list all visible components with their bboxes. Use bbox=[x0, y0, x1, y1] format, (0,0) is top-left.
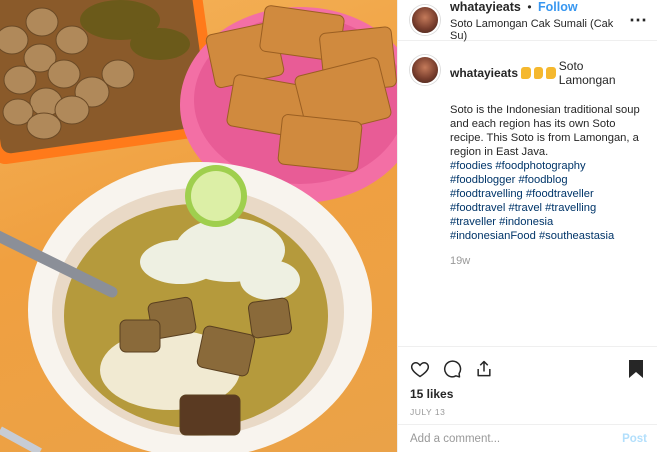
hashtag[interactable]: #southeastasia bbox=[539, 230, 614, 242]
separator-dot: • bbox=[527, 0, 532, 14]
header-username[interactable]: whatayieats bbox=[450, 0, 521, 14]
post-photo[interactable] bbox=[0, 0, 397, 452]
hashtag[interactable]: #travel bbox=[508, 202, 542, 214]
hashtag[interactable]: #foodtravelling bbox=[450, 188, 523, 200]
caption: whatayieats Soto Lamongan Soto is the In… bbox=[398, 41, 657, 267]
post-header: whatayieats • Follow Soto Lamongan Cak S… bbox=[398, 0, 657, 42]
hashtag[interactable]: #foodtravel bbox=[450, 202, 505, 214]
hashtag[interactable]: #indonesianFood bbox=[450, 230, 536, 242]
caption-title: Soto Lamongan bbox=[558, 59, 616, 87]
caption-avatar[interactable] bbox=[410, 55, 440, 85]
caption-username[interactable]: whatayieats bbox=[450, 66, 518, 80]
avatar[interactable] bbox=[410, 5, 440, 35]
share-icon[interactable] bbox=[474, 359, 494, 379]
location-link[interactable]: Soto Lamongan Cak Sumali (Cak Su) bbox=[450, 18, 629, 42]
hashtag[interactable]: #foodblogger bbox=[450, 174, 515, 186]
hashtag[interactable]: #foodblog bbox=[518, 174, 567, 186]
hashtag[interactable]: #traveller bbox=[450, 216, 496, 228]
food-photo-illustration bbox=[0, 0, 397, 452]
post-actions: 15 likes JULY 13 bbox=[398, 346, 657, 417]
post-date: JULY 13 bbox=[410, 407, 446, 417]
hashtag[interactable]: #foodies bbox=[450, 160, 492, 172]
more-options-icon[interactable]: ⋯ bbox=[629, 10, 647, 31]
hashtag-list: #foodies #foodphotography #foodblogger #… bbox=[450, 159, 640, 243]
thumbs-up-icon bbox=[546, 67, 556, 79]
bookmark-icon[interactable] bbox=[627, 359, 645, 379]
comment-icon[interactable] bbox=[442, 359, 462, 379]
likes-count[interactable]: 15 likes bbox=[410, 387, 645, 401]
post-comment-button[interactable]: Post bbox=[622, 433, 647, 445]
follow-button[interactable]: Follow bbox=[538, 0, 578, 14]
heart-icon[interactable] bbox=[410, 359, 430, 379]
hashtag[interactable]: #travelling bbox=[545, 202, 596, 214]
thumbs-up-icon bbox=[521, 67, 531, 79]
hashtag[interactable]: #foodphotography bbox=[495, 160, 585, 172]
comment-box: Add a comment... Post bbox=[398, 424, 657, 453]
comment-input[interactable]: Add a comment... bbox=[410, 433, 622, 445]
caption-text: Soto is the Indonesian traditional soup … bbox=[450, 104, 640, 158]
post-sidebar: whatayieats • Follow Soto Lamongan Cak S… bbox=[397, 0, 657, 452]
hashtag[interactable]: #foodtraveller bbox=[526, 188, 594, 200]
thumbs-up-icon bbox=[533, 67, 544, 79]
post-age[interactable]: 19w bbox=[450, 255, 640, 267]
hashtag[interactable]: #indonesia bbox=[499, 216, 553, 228]
